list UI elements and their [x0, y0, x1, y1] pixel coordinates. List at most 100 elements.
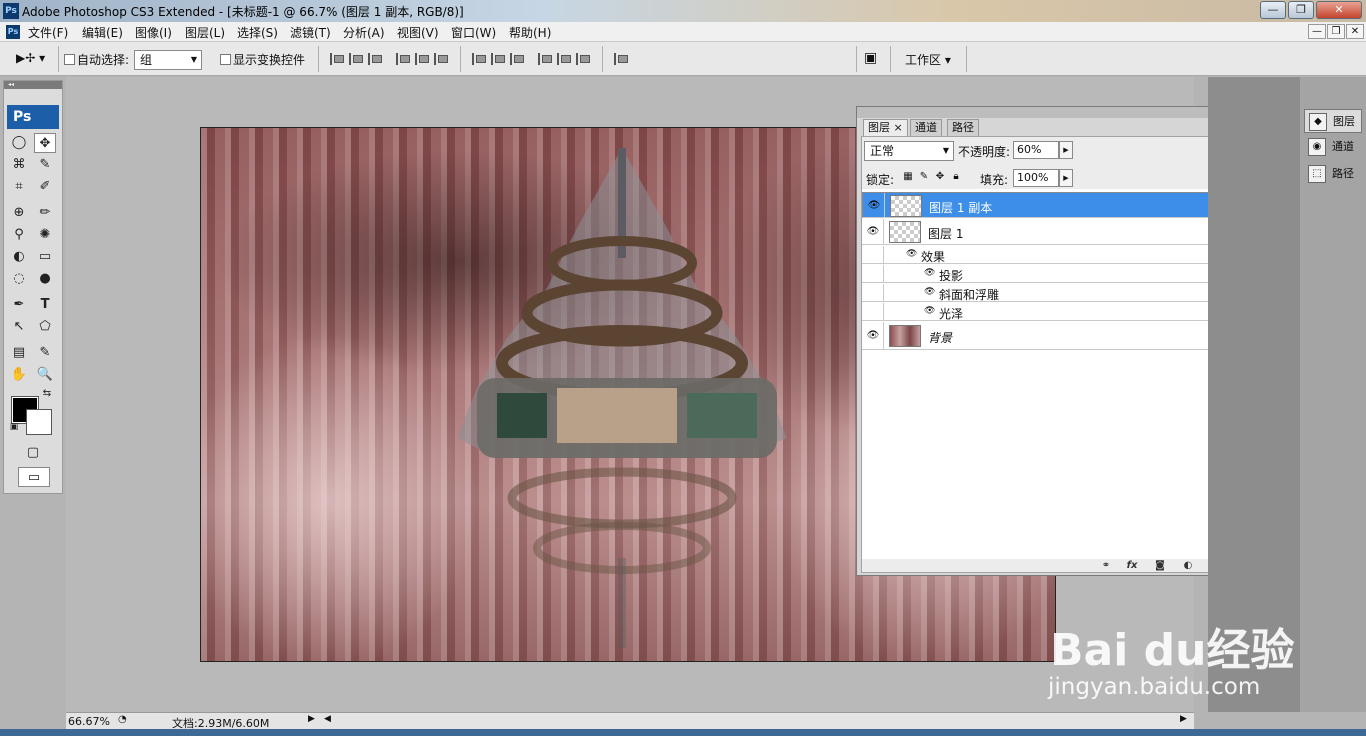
magic-wand-tool-icon[interactable]: ✎ — [34, 155, 56, 175]
blend-mode-dropdown[interactable]: 正常 ▼ — [864, 141, 954, 161]
dock-layers-button[interactable]: ◆ 图层 — [1304, 109, 1362, 133]
menu-edit[interactable]: 编辑(E) — [82, 24, 123, 41]
auto-align-icon[interactable] — [614, 53, 628, 65]
type-tool-icon[interactable]: T — [34, 295, 56, 315]
eye-icon[interactable]: 👁︎ — [865, 224, 881, 240]
eye-icon[interactable]: 👁︎ — [906, 249, 917, 259]
doc-minimize-button[interactable]: — — [1308, 24, 1326, 39]
crop-tool-icon[interactable]: ⌗ — [8, 177, 30, 197]
opacity-slider-button[interactable]: ▶ — [1059, 141, 1073, 159]
doc-restore-button[interactable]: ❐ — [1327, 24, 1345, 39]
maximize-button[interactable]: ❐ — [1288, 1, 1314, 19]
close-icon[interactable]: × — [894, 121, 903, 134]
show-transform-label: 显示变换控件 — [233, 53, 306, 67]
align-left-icon[interactable] — [396, 53, 410, 65]
clone-stamp-tool-icon[interactable]: ⚲ — [8, 225, 30, 245]
zoom-level[interactable]: 66.67% — [68, 715, 110, 728]
path-selection-tool-icon[interactable]: ↖ — [8, 317, 30, 337]
eye-icon[interactable]: 👁︎ — [924, 268, 935, 278]
align-right-icon[interactable] — [434, 53, 448, 65]
menu-view[interactable]: 视图(V) — [397, 24, 439, 41]
eye-icon[interactable]: 👁︎ — [865, 328, 881, 344]
mask-icon[interactable]: ◙ — [1152, 559, 1168, 573]
eraser-tool-icon[interactable]: ◐ — [8, 247, 30, 267]
auto-select-dropdown[interactable]: 组 ▼ — [134, 50, 202, 70]
show-transform-checkbox[interactable] — [220, 54, 231, 65]
doc-close-button[interactable]: ✕ — [1346, 24, 1364, 39]
healing-brush-tool-icon[interactable]: ⊕ — [8, 203, 30, 223]
shape-tool-icon[interactable]: ⬠ — [34, 317, 56, 337]
brush-tool-icon[interactable]: ✏ — [34, 203, 56, 223]
eye-cell — [862, 303, 884, 320]
eye-icon[interactable]: 👁︎ — [866, 198, 882, 214]
marquee-tool-icon[interactable]: ◯ — [8, 133, 30, 153]
lock-all-icon[interactable]: 🔒︎ — [950, 171, 962, 183]
hand-tool-icon[interactable]: ✋ — [8, 365, 30, 385]
menu-select[interactable]: 选择(S) — [237, 24, 278, 41]
screen-mode-icon[interactable]: ▭ — [18, 467, 50, 487]
zoom-preview-icon[interactable]: ◔ — [118, 714, 127, 725]
eye-icon[interactable]: 👁︎ — [924, 306, 935, 316]
minimize-button[interactable]: — — [1260, 1, 1286, 19]
pen-tool-icon[interactable]: ✒ — [8, 295, 30, 315]
notes-tool-icon[interactable]: ▤ — [8, 343, 30, 363]
lock-position-icon[interactable]: ✥ — [934, 171, 946, 183]
zoom-tool-icon[interactable]: 🔍 — [34, 365, 56, 385]
eye-icon[interactable]: 👁︎ — [924, 287, 935, 297]
move-tool-preset[interactable]: ▶✢ ▾ — [16, 51, 45, 65]
dock-paths-button[interactable]: ⬚ 路径 — [1304, 162, 1362, 186]
gradient-tool-icon[interactable]: ▭ — [34, 247, 56, 267]
menu-analysis[interactable]: 分析(A) — [343, 24, 385, 41]
scroll-left-icon[interactable]: ◀ — [324, 714, 331, 724]
auto-select-checkbox[interactable] — [64, 54, 75, 65]
eyedropper-tool-icon[interactable]: ✎ — [34, 343, 56, 363]
dock-channels-button[interactable]: ◉ 通道 — [1304, 135, 1362, 159]
bridge-icon[interactable]: ▣ — [864, 50, 877, 66]
lock-transparent-icon[interactable]: ▦ — [902, 171, 914, 183]
distribute-hcenter-icon[interactable] — [557, 53, 571, 65]
fill-input[interactable]: 100% — [1013, 169, 1059, 187]
photoshop-menu-icon[interactable]: Ps — [6, 25, 20, 39]
fx-icon[interactable]: fx — [1124, 559, 1140, 573]
distribute-top-icon[interactable] — [472, 53, 486, 65]
fill-slider-button[interactable]: ▶ — [1059, 169, 1073, 187]
close-button[interactable]: ✕ — [1316, 1, 1362, 19]
menu-window[interactable]: 窗口(W) — [451, 24, 496, 41]
divider — [460, 46, 461, 72]
menu-image[interactable]: 图像(I) — [135, 24, 172, 41]
background-color-swatch[interactable] — [26, 409, 52, 435]
menu-filter[interactable]: 滤镜(T) — [290, 24, 331, 41]
status-menu-arrow-icon[interactable]: ▶ — [308, 714, 315, 724]
align-top-icon[interactable] — [330, 53, 344, 65]
toolbox-collapse-icon[interactable]: ◂◂ — [4, 81, 62, 89]
menu-file[interactable]: 文件(F) — [28, 24, 68, 41]
distribute-vcenter-icon[interactable] — [491, 53, 505, 65]
scroll-right-icon[interactable]: ▶ — [1180, 714, 1187, 724]
link-icon[interactable]: ⚭ — [1098, 559, 1114, 573]
default-colors-icon[interactable]: ▣ — [8, 421, 20, 433]
lasso-tool-icon[interactable]: ⌘ — [8, 155, 30, 175]
align-vcenter-icon[interactable] — [349, 53, 363, 65]
tab-paths[interactable]: 路径 — [947, 119, 979, 136]
blur-tool-icon[interactable]: ◌ — [8, 269, 30, 289]
adjustment-icon[interactable]: ◐ — [1180, 559, 1196, 573]
align-hcenter-icon[interactable] — [415, 53, 429, 65]
distribute-bottom-icon[interactable] — [510, 53, 524, 65]
opacity-input[interactable]: 60% — [1013, 141, 1059, 159]
menu-help[interactable]: 帮助(H) — [509, 24, 551, 41]
move-tool-icon[interactable]: ✥ — [34, 133, 56, 153]
slice-tool-icon[interactable]: ✐ — [34, 177, 56, 197]
distribute-right-icon[interactable] — [576, 53, 590, 65]
menu-layer[interactable]: 图层(L) — [185, 24, 225, 41]
workspace-menu[interactable]: 工作区 ▾ — [905, 51, 951, 68]
lock-image-icon[interactable]: ✎ — [918, 171, 930, 183]
photoshop-logo: Ps — [7, 105, 59, 129]
tab-layers[interactable]: 图层 × — [863, 119, 908, 136]
swap-colors-icon[interactable]: ⇆ — [40, 387, 54, 401]
tab-channels[interactable]: 通道 — [910, 119, 942, 136]
quick-mask-icon[interactable]: ▢ — [22, 443, 44, 463]
align-bottom-icon[interactable] — [368, 53, 382, 65]
distribute-left-icon[interactable] — [538, 53, 552, 65]
history-brush-tool-icon[interactable]: ✺ — [34, 225, 56, 245]
dodge-tool-icon[interactable]: ● — [34, 269, 56, 289]
